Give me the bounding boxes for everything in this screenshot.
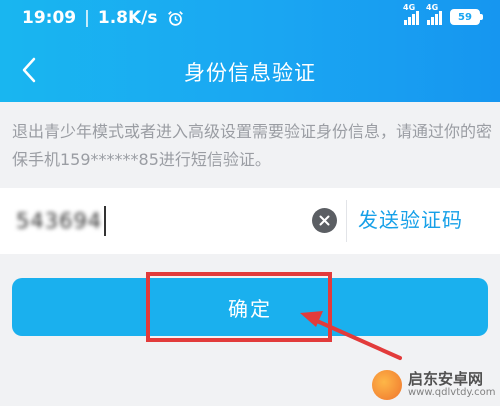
- status-right: 4G 4G 59: [403, 3, 483, 25]
- signal-icon-2: 4G: [426, 3, 442, 25]
- field-divider: [346, 200, 347, 242]
- battery-level: 59: [458, 11, 472, 23]
- clear-icon[interactable]: [312, 208, 337, 233]
- page-title: 身份信息验证: [184, 61, 316, 85]
- confirm-button[interactable]: 确定: [12, 278, 488, 336]
- code-value: 543694: [16, 209, 103, 233]
- status-time: 19:09: [22, 8, 77, 28]
- watermark-title: 启东安卓网: [408, 369, 484, 388]
- send-code-button[interactable]: 发送验证码: [358, 204, 463, 233]
- battery-icon: 59: [450, 9, 483, 25]
- verification-info: 退出青少年模式或者进入高级设置需要验证身份信息，请通过你的密保手机159****…: [12, 122, 493, 169]
- signal-icon: 4G: [403, 3, 419, 25]
- nav-bar: 身份信息验证: [0, 38, 500, 102]
- top-bar: 19:09 | 1.8K/s 4G 4G 59 身份信息验证: [0, 0, 500, 102]
- watermark: 启东安卓网 www.qdlvtdy.com: [372, 370, 496, 400]
- watermark-text: 启东安卓网 www.qdlvtdy.com: [408, 369, 496, 398]
- status-speed: 1.8K/s: [97, 8, 158, 28]
- status-left: 19:09 | 1.8K/s: [22, 8, 184, 28]
- status-bar: 19:09 | 1.8K/s 4G 4G 59: [0, 0, 500, 38]
- watermark-url: www.qdlvtdy.com: [408, 386, 496, 398]
- watermark-logo-icon: [372, 370, 402, 400]
- verification-code-input[interactable]: 543694: [16, 198, 296, 244]
- text-caret: [104, 206, 107, 236]
- status-separator: |: [84, 8, 90, 28]
- alarm-icon: [168, 10, 184, 26]
